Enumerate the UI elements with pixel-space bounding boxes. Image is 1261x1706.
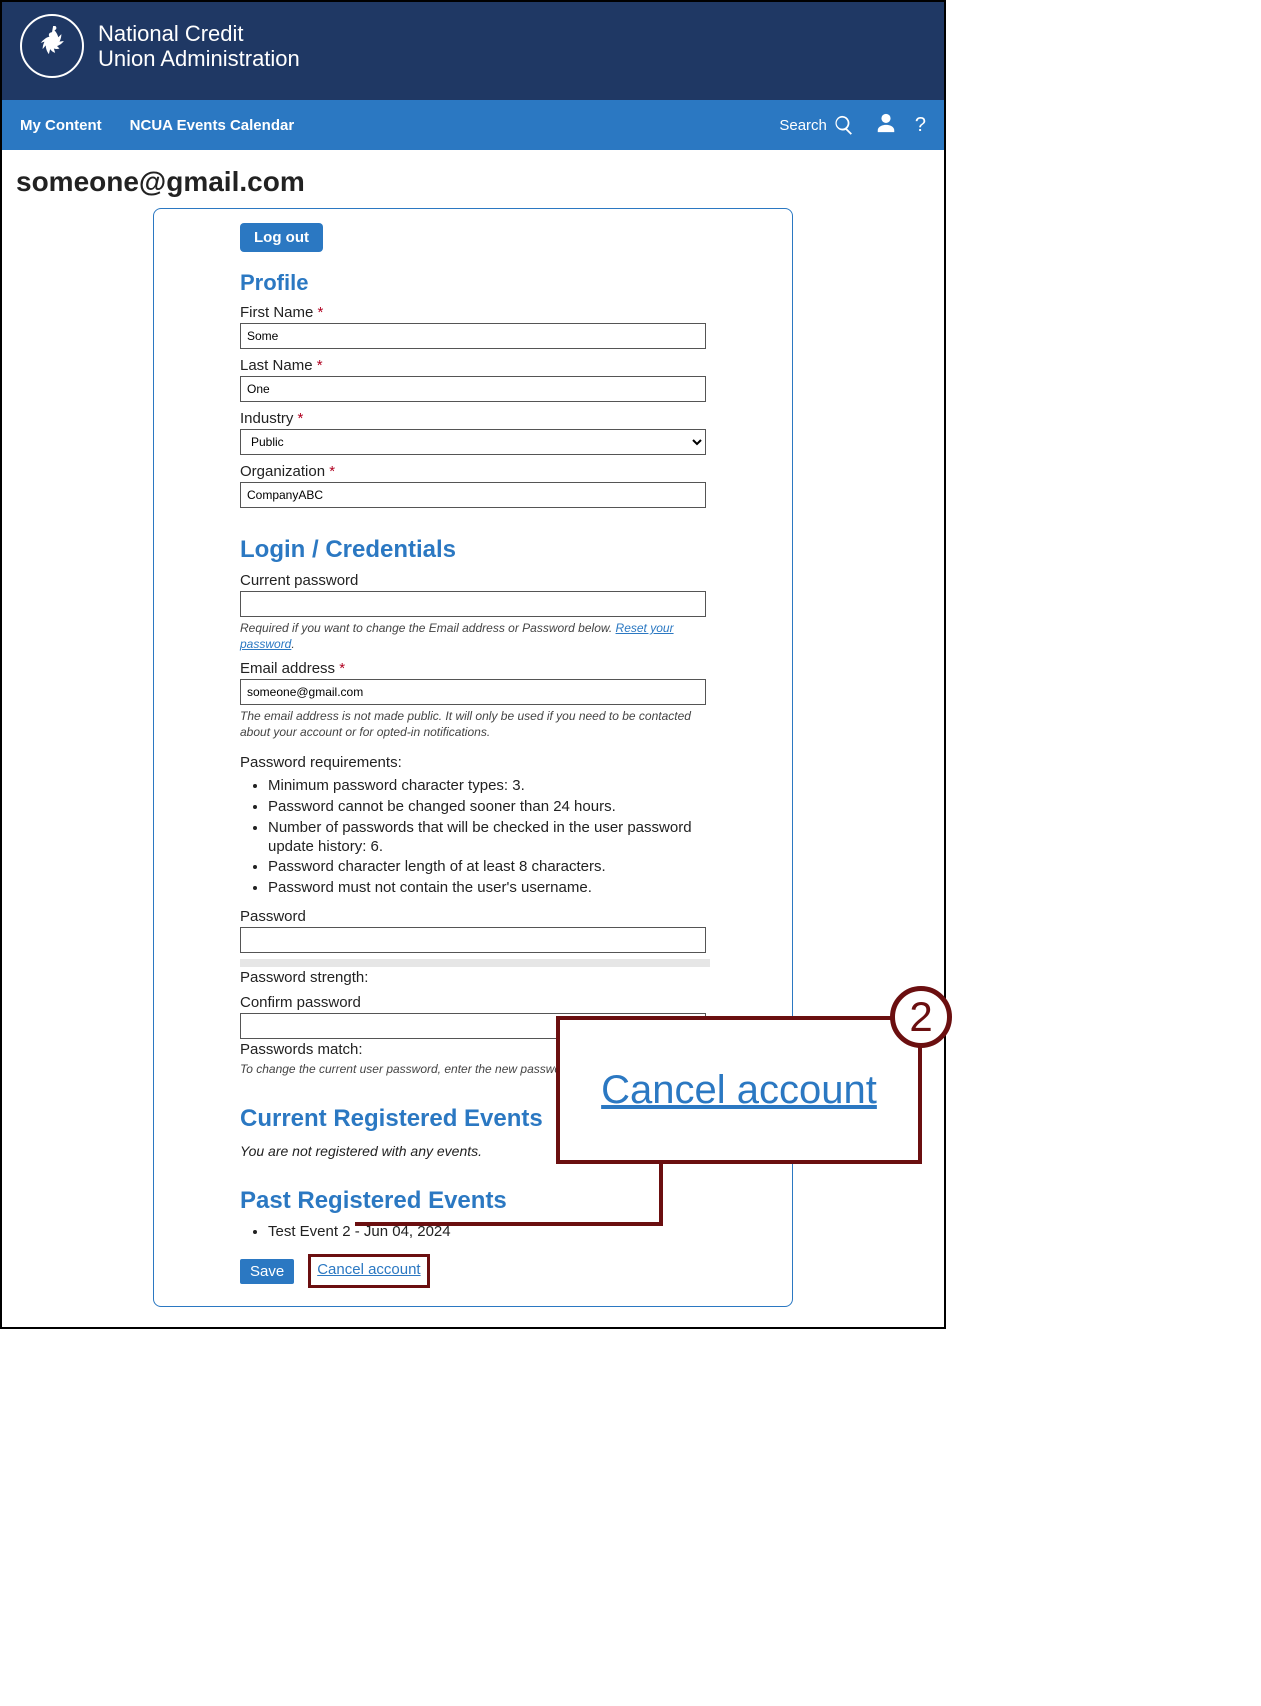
ncua-seal-logo: [20, 14, 84, 78]
pw-req-item: Password must not contain the user's use…: [268, 879, 710, 898]
last-name-label-text: Last Name: [240, 357, 313, 374]
organization-input[interactable]: [240, 482, 706, 508]
organization-label-text: Organization: [240, 463, 325, 480]
brand-text: National Credit Union Administration: [98, 21, 300, 72]
industry-label-text: Industry: [240, 410, 293, 427]
pw-req-item: Password character length of at least 8 …: [268, 858, 710, 877]
pw-req-item: Minimum password character types: 3.: [268, 777, 710, 796]
callout-step-badge: 2: [890, 986, 952, 1048]
email-label-text: Email address: [240, 660, 335, 677]
top-banner: National Credit Union Administration: [2, 2, 944, 100]
current-password-input[interactable]: [240, 591, 706, 617]
password-requirements-list: Minimum password character types: 3. Pas…: [240, 777, 710, 898]
current-password-label: Current password: [240, 572, 706, 589]
logout-button[interactable]: Log out: [240, 223, 323, 252]
nav-search[interactable]: Search: [779, 114, 855, 136]
industry-label: Industry *: [240, 410, 706, 427]
nav-help[interactable]: ?: [915, 114, 926, 137]
password-change-help: To change the current user password, ent…: [240, 1062, 706, 1078]
user-icon: [875, 112, 897, 134]
industry-select[interactable]: Public: [240, 429, 706, 455]
past-events-heading: Past Registered Events: [240, 1187, 706, 1215]
organization-label: Organization *: [240, 463, 706, 480]
eagle-icon: [32, 26, 72, 66]
nav-bar: My Content NCUA Events Calendar Search ?: [2, 100, 944, 150]
brand-line2: Union Administration: [98, 46, 300, 71]
nav-search-label: Search: [779, 117, 827, 134]
first-name-input[interactable]: [240, 323, 706, 349]
cancel-account-link[interactable]: Cancel account: [317, 1261, 420, 1278]
first-name-label: First Name *: [240, 304, 706, 321]
save-button[interactable]: Save: [240, 1259, 294, 1284]
password-strength-label: Password strength:: [240, 969, 706, 986]
password-input[interactable]: [240, 927, 706, 953]
past-events-list: Test Event 2 - Jun 04, 2024: [240, 1223, 706, 1240]
profile-card: Log out Profile First Name * Last Name *…: [153, 208, 793, 1307]
password-label: Password: [240, 908, 706, 925]
profile-heading: Profile: [240, 270, 706, 296]
past-event-item: Test Event 2 - Jun 04, 2024: [268, 1223, 706, 1240]
last-name-input[interactable]: [240, 376, 706, 402]
credentials-heading: Login / Credentials: [240, 536, 706, 564]
nav-user-icon[interactable]: [875, 112, 897, 138]
email-label: Email address *: [240, 660, 706, 677]
current-events-none: You are not registered with any events.: [240, 1143, 706, 1159]
current-password-help: Required if you want to change the Email…: [240, 621, 706, 652]
confirm-password-label: Confirm password: [240, 994, 706, 1011]
brand-line1: National Credit: [98, 21, 300, 46]
search-icon: [833, 114, 855, 136]
first-name-label-text: First Name: [240, 304, 313, 321]
confirm-password-input[interactable]: [240, 1013, 706, 1039]
email-input[interactable]: [240, 679, 706, 705]
password-strength-bar: [240, 959, 710, 967]
current-pw-help-suffix: .: [291, 637, 294, 651]
nav-events-calendar[interactable]: NCUA Events Calendar: [130, 117, 295, 134]
nav-my-content[interactable]: My Content: [20, 117, 102, 134]
pw-req-item: Password cannot be changed sooner than 2…: [268, 798, 710, 817]
action-row: Save Cancel account: [240, 1254, 706, 1288]
pw-req-item: Number of passwords that will be checked…: [268, 819, 710, 857]
current-events-heading: Current Registered Events: [240, 1105, 706, 1133]
passwords-match-label: Passwords match:: [240, 1041, 706, 1058]
cancel-account-highlight: Cancel account: [308, 1254, 429, 1288]
current-pw-help-prefix: Required if you want to change the Email…: [240, 621, 616, 635]
password-requirements-title: Password requirements:: [240, 754, 706, 771]
email-help: The email address is not made public. It…: [240, 709, 706, 740]
last-name-label: Last Name *: [240, 357, 706, 374]
page-email-heading: someone@gmail.com: [2, 150, 944, 208]
